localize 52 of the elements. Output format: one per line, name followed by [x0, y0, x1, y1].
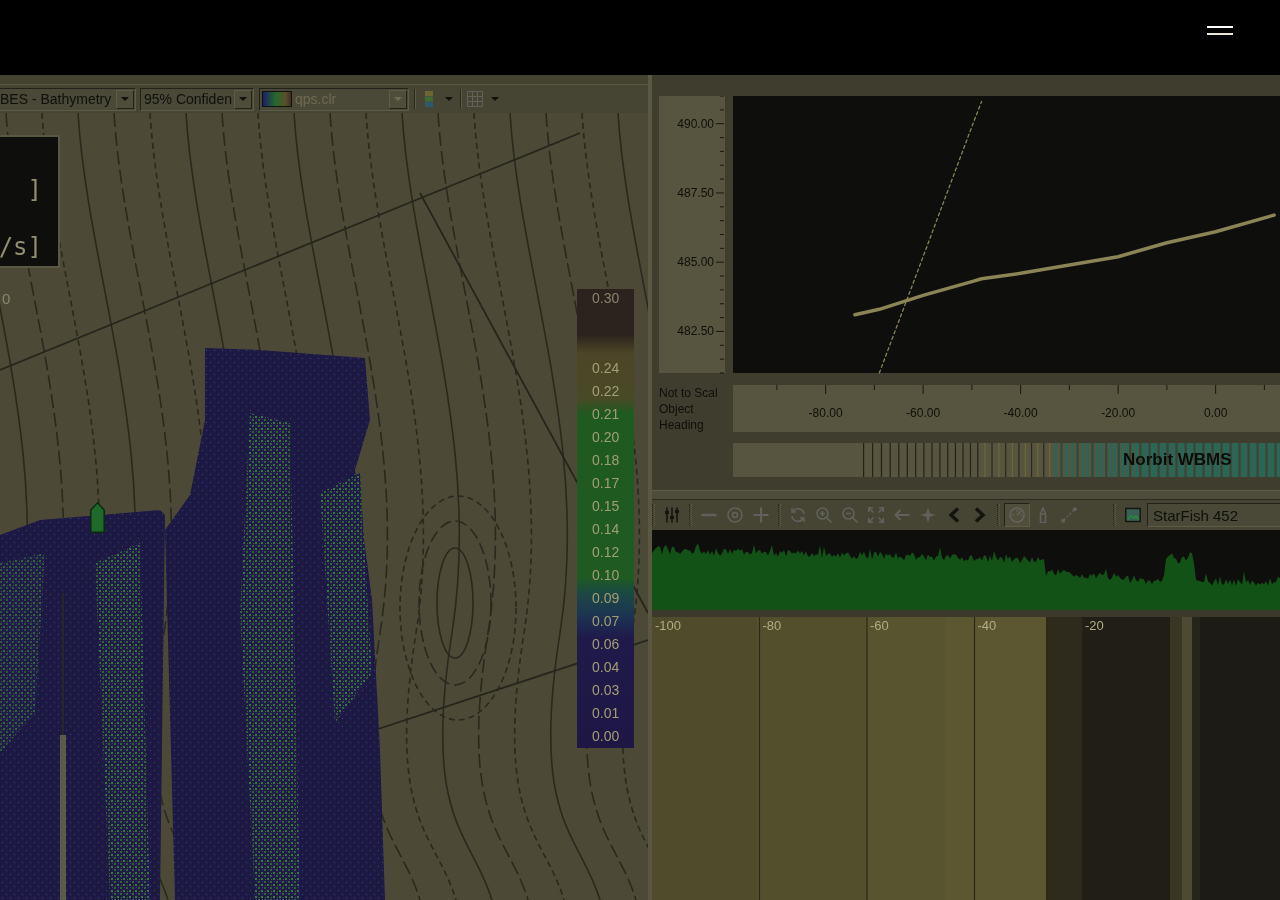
scale-label: 0.21 — [592, 405, 620, 424]
scale-label: 0.20 — [592, 428, 620, 447]
y-tick-label: 487.50 — [677, 185, 714, 200]
scale-label: 0.01 — [592, 704, 620, 723]
scale-label: 0.06 — [592, 635, 620, 654]
caret-icon — [394, 97, 402, 101]
y-tick-label: 490.00 — [677, 116, 714, 131]
confidence-dropdown[interactable]: 95% Confiden — [140, 87, 254, 111]
caret-icon[interactable] — [491, 97, 499, 101]
scale-label: 0.04 — [592, 658, 620, 677]
scale-label: 0.12 — [592, 543, 620, 562]
value-text: 0 — [2, 291, 11, 307]
image-icon[interactable] — [1125, 507, 1141, 523]
scale-label: 0.00 — [592, 727, 620, 746]
x-tick-label: -20.00 — [1101, 406, 1136, 420]
scale-label: 0.18 — [592, 451, 620, 470]
menu-icon[interactable] — [1207, 26, 1233, 35]
range-label: -60 — [870, 618, 889, 633]
splitter-bar[interactable] — [652, 610, 1280, 617]
scale-label: 0.10 — [592, 566, 620, 585]
sensor-dropdown[interactable]: StarFish 452 — [1147, 503, 1280, 527]
scale-label: 0.03 — [592, 681, 620, 700]
caret-icon[interactable] — [445, 97, 453, 101]
x-tick-label: 0.00 — [1203, 406, 1228, 420]
scale-label: 0.17 — [592, 474, 620, 493]
range-label: -80 — [762, 618, 782, 633]
scale-label: 0.15 — [592, 497, 620, 516]
scale-label: 0.22 — [592, 382, 620, 401]
caret-icon — [239, 97, 247, 101]
y-tick-label: 485.00 — [677, 255, 714, 270]
range-label: -20 — [1085, 618, 1104, 633]
chevron-left-icon[interactable] — [946, 507, 962, 523]
scale-label: 0.09 — [592, 589, 620, 608]
caret-icon — [121, 97, 129, 101]
range-label: -40 — [977, 618, 997, 633]
scale-label: 0.30 — [592, 289, 620, 308]
device-label: Norbit WBMS — [1123, 451, 1232, 469]
scale-label: 0.07 — [592, 612, 620, 631]
scale-label: 0.14 — [592, 520, 620, 539]
chevron-right-icon[interactable] — [972, 507, 988, 523]
unit-text: /s] — [0, 234, 42, 260]
x-tick-label: -60.00 — [906, 406, 941, 420]
sliders-icon[interactable] — [664, 507, 680, 523]
splitter-bar[interactable] — [652, 490, 1280, 500]
unit-text: ] — [27, 177, 42, 203]
layer-dropdown[interactable]: BES - Bathymetry — [0, 87, 136, 111]
x-tick-label: -40.00 — [1003, 406, 1038, 420]
y-tick-label: 482.50 — [677, 324, 714, 339]
x-tick-label: -80.00 — [808, 406, 843, 420]
range-label: -100 — [655, 618, 682, 633]
scale-label: 0.24 — [592, 359, 620, 378]
color-swatch-icon — [262, 91, 292, 107]
